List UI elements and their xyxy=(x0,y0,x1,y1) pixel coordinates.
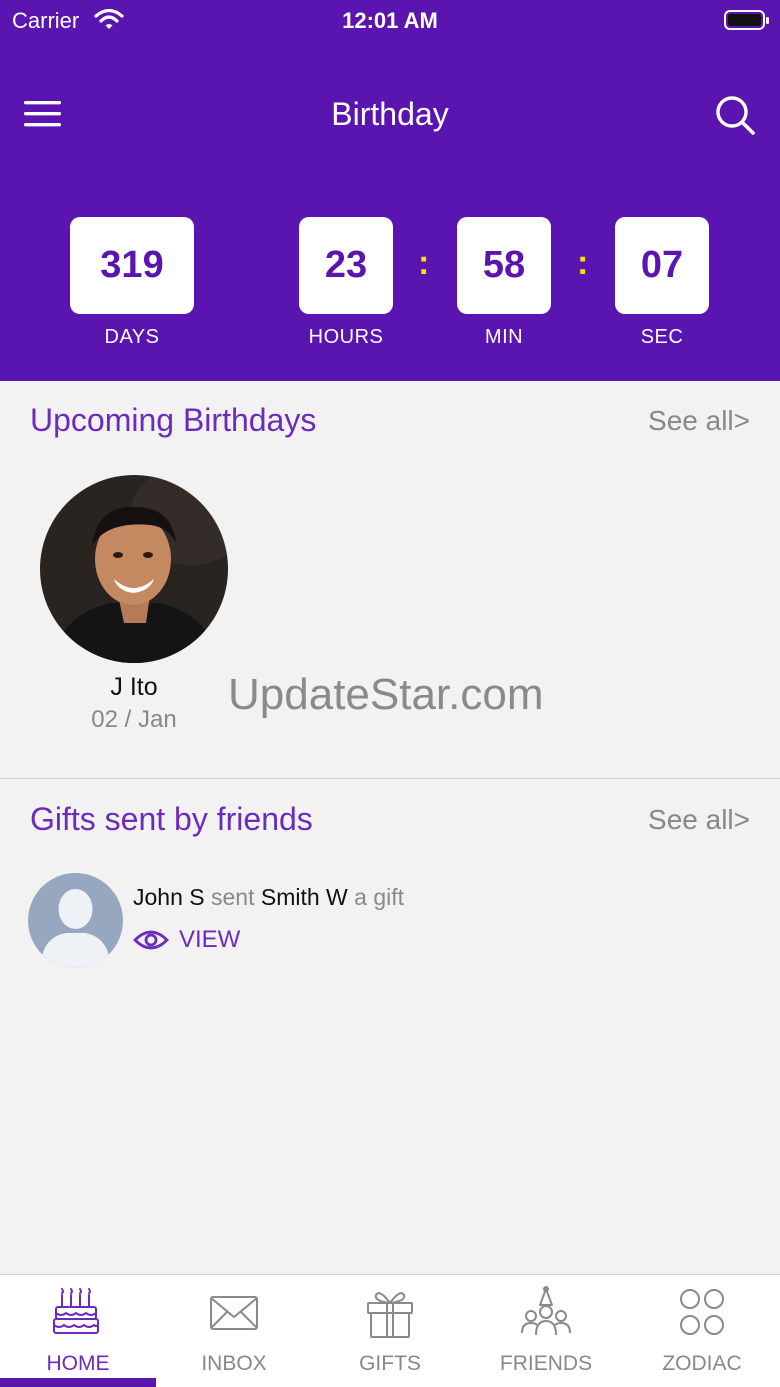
gift-box-icon xyxy=(367,1292,413,1338)
gift-sender: John S xyxy=(133,884,205,910)
tab-inbox[interactable]: INBOX xyxy=(156,1275,312,1387)
battery-icon xyxy=(724,10,769,30)
tab-friends-label: FRIENDS xyxy=(499,1352,593,1375)
search-icon[interactable] xyxy=(714,94,756,136)
gift-verb: sent xyxy=(211,884,255,910)
seconds-counter: 07 xyxy=(615,217,709,314)
seconds-label: SEC xyxy=(640,326,684,348)
avatar[interactable] xyxy=(40,475,228,663)
minutes-counter: 58 xyxy=(457,217,551,314)
tab-gifts-label: GIFTS xyxy=(359,1352,421,1375)
upcoming-birthdays-title: Upcoming Birthdays xyxy=(30,402,317,438)
tab-friends[interactable]: FRIENDS xyxy=(468,1275,624,1387)
status-bar: Carrier 12:01 AM xyxy=(0,0,780,40)
gifts-see-all-link[interactable]: See all> xyxy=(648,804,750,836)
tab-bar: HOME INBOX GIFTS FRIENDS ZODIAC xyxy=(0,1274,780,1387)
view-label: VIEW xyxy=(179,926,241,953)
days-label: DAYS xyxy=(104,326,160,348)
birthday-person-name: J Ito xyxy=(110,673,158,701)
envelope-icon xyxy=(210,1296,258,1330)
hours-counter: 23 xyxy=(299,217,393,314)
default-avatar-icon xyxy=(28,873,123,968)
days-counter: 319 xyxy=(70,217,194,314)
time-separator: : xyxy=(418,244,430,282)
section-divider xyxy=(0,778,780,779)
friends-party-icon xyxy=(521,1286,571,1336)
gift-message: John S sent Smith W a gift xyxy=(133,884,404,911)
minutes-label: MIN xyxy=(484,326,524,348)
watermark-text: UpdateStar.com xyxy=(228,670,544,719)
gift-recipient: Smith W xyxy=(260,884,348,910)
tab-inbox-label: INBOX xyxy=(201,1352,267,1375)
tab-home[interactable]: HOME xyxy=(0,1275,156,1387)
header: Carrier 12:01 AM Birthday 319 DAYS 23 HO… xyxy=(0,0,780,381)
tab-zodiac-label: ZODIAC xyxy=(662,1352,742,1375)
active-tab-indicator xyxy=(0,1378,156,1387)
gift-suffix: a gift xyxy=(354,884,405,910)
zodiac-grid-icon xyxy=(680,1289,724,1335)
time-separator: : xyxy=(577,244,589,282)
upcoming-see-all-link[interactable]: See all> xyxy=(648,405,750,437)
status-time: 12:01 AM xyxy=(342,8,438,33)
tab-zodiac[interactable]: ZODIAC xyxy=(624,1275,780,1387)
tab-gifts[interactable]: GIFTS xyxy=(312,1275,468,1387)
gifts-section-title: Gifts sent by friends xyxy=(30,801,313,837)
page-title: Birthday xyxy=(331,96,449,132)
birthday-date: 02 / Jan xyxy=(91,706,177,733)
hours-label: HOURS xyxy=(308,326,384,348)
tab-home-label: HOME xyxy=(46,1352,110,1375)
view-gift-button[interactable]: VIEW xyxy=(133,924,240,956)
birthday-cake-icon xyxy=(53,1288,99,1334)
eye-icon xyxy=(133,930,169,950)
